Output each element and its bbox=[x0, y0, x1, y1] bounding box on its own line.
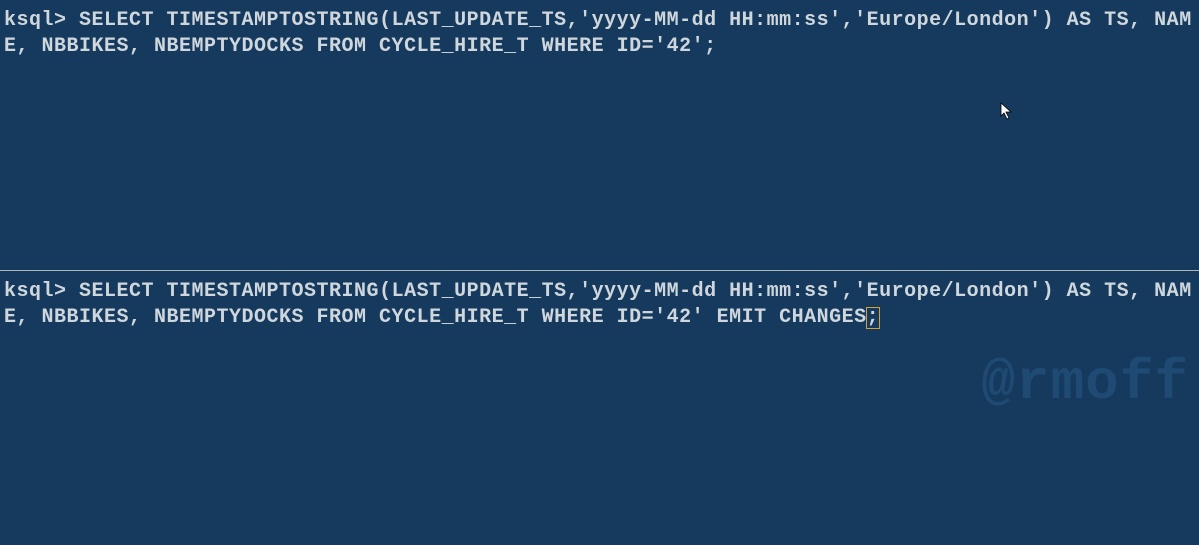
watermark-text: @rmoff bbox=[981, 351, 1189, 415]
ksql-prompt: ksql> bbox=[4, 9, 79, 32]
mouse-cursor-icon bbox=[1000, 102, 1014, 120]
terminal-line: ksql> SELECT TIMESTAMPTOSTRING(LAST_UPDA… bbox=[4, 279, 1195, 331]
terminal-line: ksql> SELECT TIMESTAMPTOSTRING(LAST_UPDA… bbox=[4, 8, 1195, 60]
ksql-prompt: ksql> bbox=[4, 280, 79, 303]
terminal-cursor: ; bbox=[867, 305, 880, 331]
sql-query-text: SELECT TIMESTAMPTOSTRING(LAST_UPDATE_TS,… bbox=[4, 280, 1192, 329]
terminal-pane-top[interactable]: ksql> SELECT TIMESTAMPTOSTRING(LAST_UPDA… bbox=[0, 0, 1199, 270]
terminal-pane-bottom[interactable]: ksql> SELECT TIMESTAMPTOSTRING(LAST_UPDA… bbox=[0, 271, 1199, 545]
sql-query-text: SELECT TIMESTAMPTOSTRING(LAST_UPDATE_TS,… bbox=[4, 9, 1192, 58]
